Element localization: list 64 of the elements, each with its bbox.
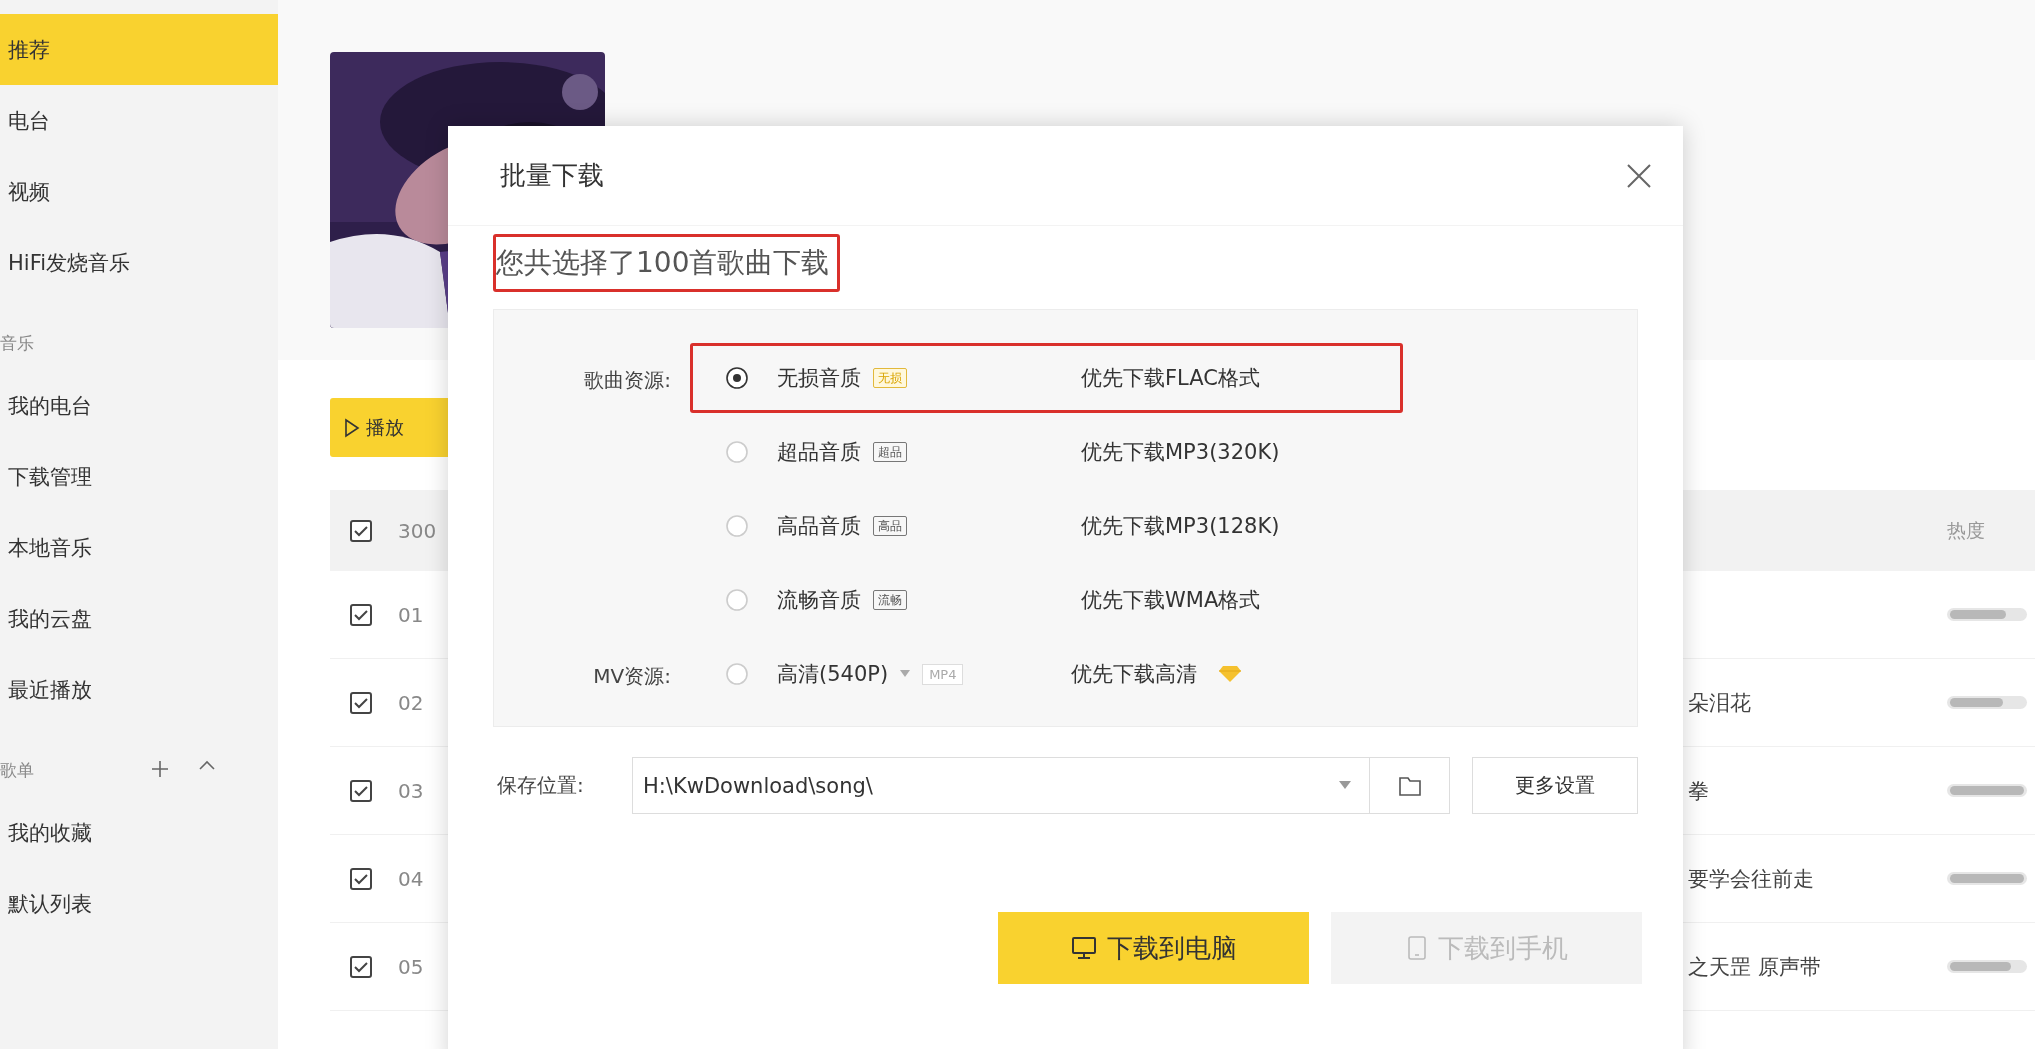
quality-badge: 无损 [873,368,907,388]
nav-item[interactable]: 最近播放 [0,654,278,725]
nav-item[interactable]: 默认列表 [0,868,278,939]
song-title: 拳 [1688,777,1710,805]
format-description: 优先下载高清 [1071,661,1197,688]
format-badge: MP4 [922,663,964,685]
track-number: 02 [398,690,424,715]
field-label: 保存位置: [496,772,585,799]
format-description: 优先下载WMA格式 [1081,587,1261,614]
more-settings-button[interactable]: 更多设置 [1472,757,1638,814]
path-dropdown[interactable]: H:\KwDownload\song\ [632,757,1370,814]
section-label: 音乐 [0,332,35,355]
quality-label: 流畅音质 [777,587,861,614]
field-label: 歌曲资源: [583,366,671,394]
nav-item[interactable]: 视频 [0,156,278,227]
nav-item[interactable]: 推荐 [0,14,278,85]
track-number: 01 [398,602,424,627]
song-title: 要学会往前走 [1688,865,1815,893]
tablet-icon [1405,935,1428,961]
quality-badge: 高品 [873,516,907,536]
caret-icon[interactable] [1339,781,1351,790]
checkbox[interactable] [350,691,372,714]
checkbox[interactable] [350,779,372,802]
field-label: MV资源: [592,662,671,690]
checkbox[interactable] [350,519,372,542]
selection-summary: 您共选择了100首歌曲下载 [493,234,841,292]
nav-item[interactable]: 我的云盘 [0,583,278,654]
resolution-label: 高清(540P) [777,661,889,688]
format-description: 优先下载MP3(320K) [1081,439,1280,466]
quality-label: 高品音质 [777,513,861,540]
song-count: 300 [398,518,437,543]
section-label: 歌单 [0,759,35,782]
checkbox[interactable] [350,955,372,978]
folder-button[interactable] [1370,757,1450,814]
nav-item[interactable]: 电台 [0,85,278,156]
quality-label: 超品音质 [777,439,861,466]
track-number: 04 [398,866,424,891]
song-title: 朵泪花 [1688,689,1752,717]
nav-item[interactable]: 我的收藏 [0,797,278,868]
quality-label: 无损音质 [777,365,861,392]
dialog-title: 批量下载 [500,159,604,192]
folder-icon [1397,774,1422,797]
checkbox[interactable] [350,867,372,890]
nav-item[interactable]: HiFi发烧音乐 [0,227,278,298]
chevron-icon[interactable] [198,759,216,771]
track-number: 05 [398,954,424,979]
nav-item[interactable]: 下载管理 [0,441,278,512]
column-header: 热度 [1947,517,1986,543]
checkbox[interactable] [350,603,372,626]
quality-badge: 超品 [873,442,907,462]
quality-badge: 流畅 [873,590,907,610]
nav-item[interactable]: 我的电台 [0,370,278,441]
song-title: 之天罡 原声带 [1688,953,1822,981]
radio-button[interactable] [725,366,749,390]
nav-item[interactable]: 本地音乐 [0,512,278,583]
download-button[interactable]: 下载到电脑 [998,912,1309,984]
format-description: 优先下载FLAC格式 [1081,365,1260,392]
plus-icon[interactable] [150,759,170,779]
monitor-icon [1070,935,1097,961]
play-icon [344,417,360,438]
diamond-icon [1219,665,1241,683]
play-button[interactable]: 播放 [330,398,448,457]
format-description: 优先下载MP3(128K) [1081,513,1280,540]
track-number: 03 [398,778,424,803]
